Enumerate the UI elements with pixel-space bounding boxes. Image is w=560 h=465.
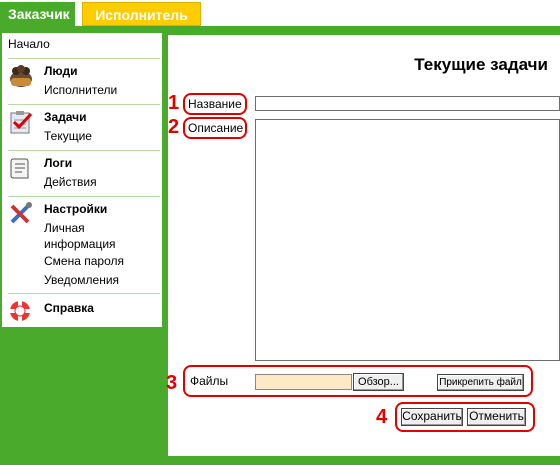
sidebar-item-notifications[interactable]: Уведомления xyxy=(44,273,119,287)
divider xyxy=(8,196,160,197)
description-textarea[interactable] xyxy=(255,119,560,361)
divider xyxy=(8,293,160,294)
sidebar-group-logs: Логи Действия xyxy=(8,156,162,192)
name-label: Название xyxy=(188,97,242,111)
sidebar-group-settings-title[interactable]: Настройки xyxy=(44,202,107,216)
people-icon xyxy=(10,65,32,87)
sidebar-group-logs-title[interactable]: Логи xyxy=(44,156,72,170)
annotation-1: 1 xyxy=(168,92,180,114)
sidebar-item-contractors[interactable]: Исполнители xyxy=(44,83,117,97)
sidebar-group-settings: Настройки Личная информация Смена пароля… xyxy=(8,202,162,290)
sidebar-item-current[interactable]: Текущие xyxy=(44,129,92,143)
annotation-4: 4 xyxy=(376,406,388,428)
divider xyxy=(8,58,160,59)
sidebar: Начало Люди Исполнители Задачи Текущие Л… xyxy=(2,33,162,327)
sidebar-item-personal-info[interactable]: Личная информация xyxy=(44,220,134,252)
sidebar-group-help-title[interactable]: Справка xyxy=(44,301,94,315)
tab-customer[interactable]: Заказчик xyxy=(0,2,75,26)
logs-icon xyxy=(10,158,29,179)
divider xyxy=(8,104,160,105)
attach-file-button[interactable]: Прикрепить файл xyxy=(437,374,524,391)
description-label: Описание xyxy=(188,121,244,135)
cancel-button[interactable]: Отменить xyxy=(467,408,526,426)
settings-icon xyxy=(10,202,32,224)
files-label: Файлы xyxy=(190,374,229,388)
sidebar-item-change-password[interactable]: Смена пароля xyxy=(44,254,124,268)
divider xyxy=(8,150,160,151)
page-title: Текущие задачи xyxy=(414,55,548,74)
sidebar-item-actions[interactable]: Действия xyxy=(44,175,97,189)
sidebar-group-tasks-title[interactable]: Задачи xyxy=(44,110,87,124)
sidebar-group-people: Люди Исполнители xyxy=(8,64,162,100)
tasks-icon xyxy=(10,111,33,134)
save-button[interactable]: Сохранить xyxy=(401,408,463,426)
annotation-2: 2 xyxy=(168,116,180,138)
name-input[interactable] xyxy=(255,96,560,111)
sidebar-group-people-title[interactable]: Люди xyxy=(44,64,78,78)
browse-button[interactable]: Обзор... xyxy=(353,373,404,391)
file-path-input[interactable] xyxy=(255,374,352,390)
help-icon xyxy=(10,301,30,321)
tab-contractor[interactable]: Исполнитель xyxy=(82,2,201,26)
sidebar-group-help: Справка xyxy=(8,299,162,325)
sidebar-item-home[interactable]: Начало xyxy=(8,37,50,51)
sidebar-group-tasks: Задачи Текущие xyxy=(8,110,162,146)
annotation-3: 3 xyxy=(166,372,178,394)
